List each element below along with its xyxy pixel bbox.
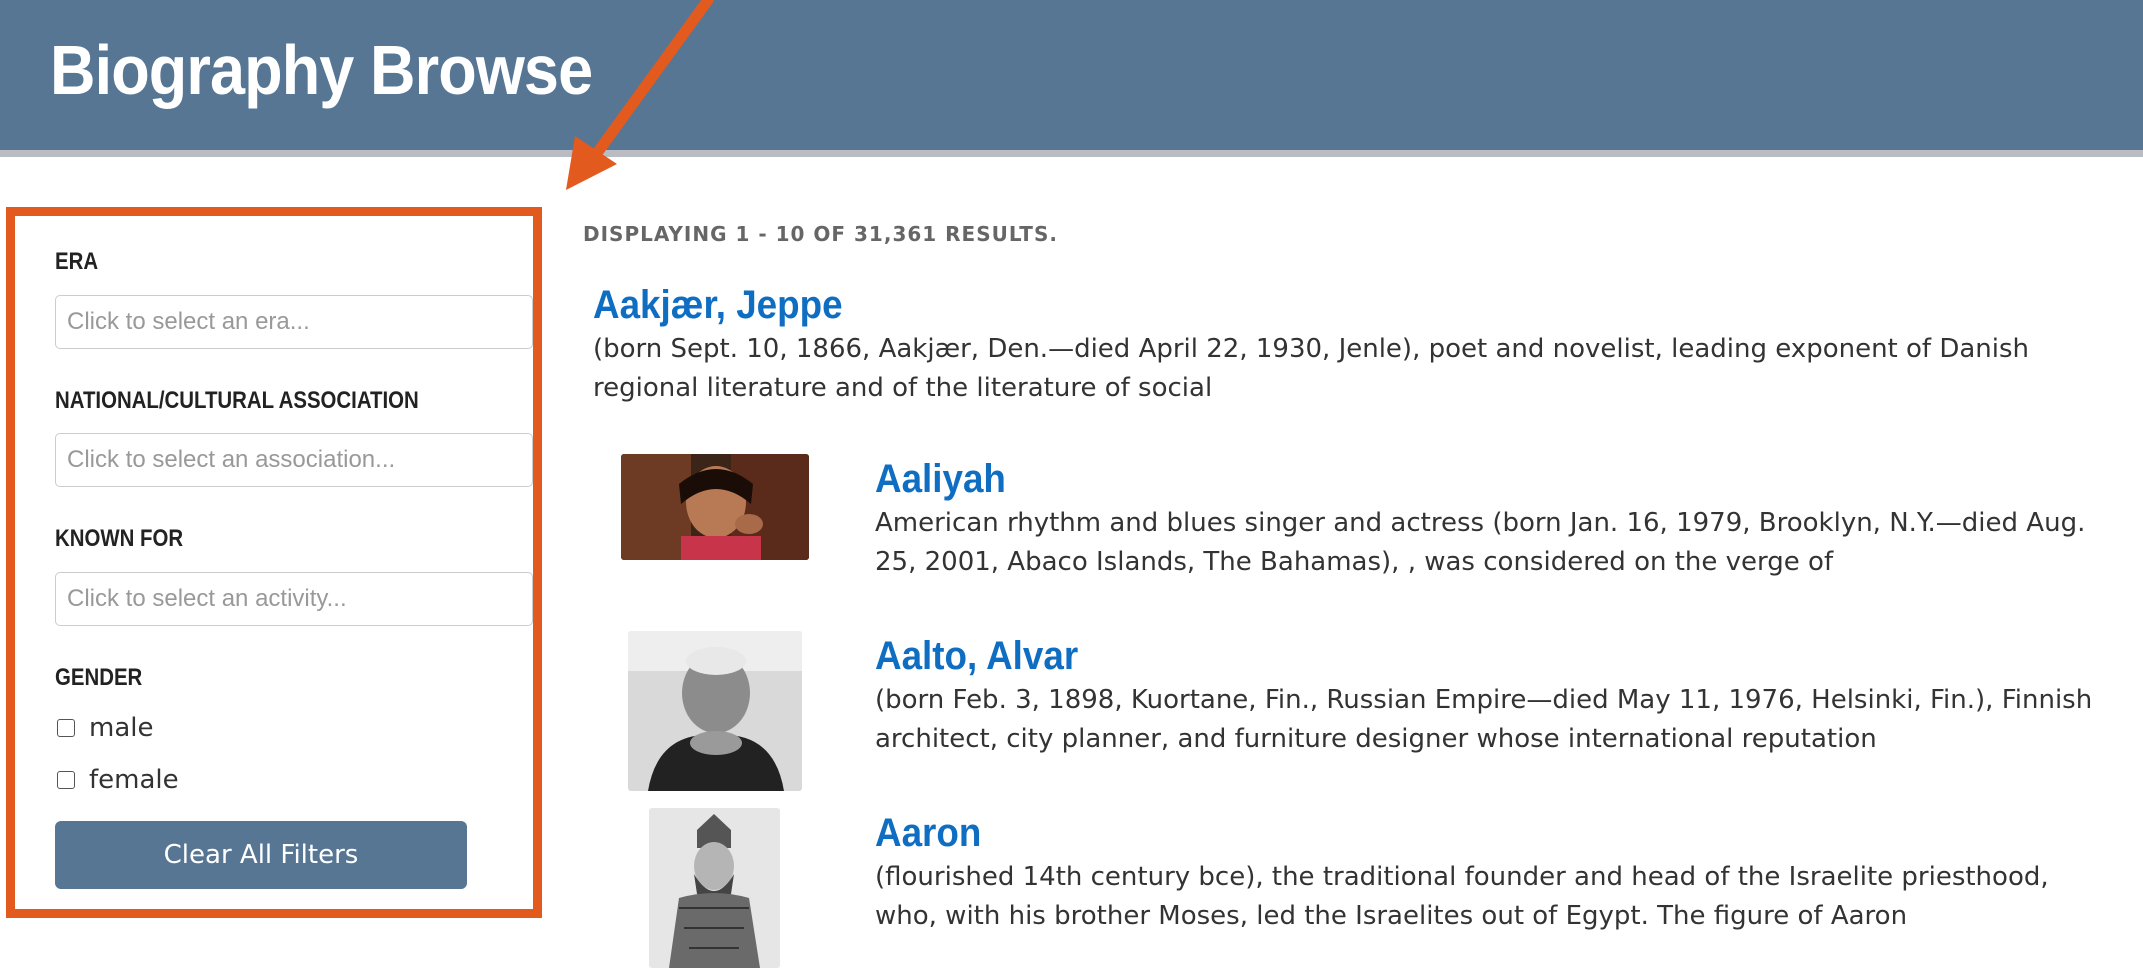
gender-option-male[interactable]: male: [57, 713, 153, 743]
result-item: Aaliyah American rhythm and blues singer…: [875, 457, 2115, 582]
association-label: NATIONAL/CULTURAL ASSOCIATION: [55, 387, 419, 414]
male-label: male: [89, 713, 154, 743]
result-name-link[interactable]: Aaron: [875, 811, 2016, 856]
known-for-label: KNOWN FOR: [55, 525, 184, 552]
era-select[interactable]: Click to select an era...: [55, 295, 533, 349]
gender-label: GENDER: [55, 664, 143, 691]
gender-option-female[interactable]: female: [57, 765, 179, 795]
result-name-link[interactable]: Aalto, Alvar: [875, 634, 2016, 679]
known-for-select[interactable]: Click to select an activity...: [55, 572, 533, 626]
clear-all-filters-button[interactable]: Clear All Filters: [55, 821, 467, 889]
filter-sidebar: ERA Click to select an era... NATIONAL/C…: [6, 207, 542, 918]
female-checkbox[interactable]: [57, 771, 75, 789]
association-select[interactable]: Click to select an association...: [55, 433, 533, 487]
female-label: female: [89, 765, 179, 795]
portrait-image-icon: [628, 631, 802, 791]
page-header: Biography Browse: [0, 0, 2143, 157]
result-description: American rhythm and blues singer and act…: [875, 508, 2086, 577]
result-name-link[interactable]: Aaliyah: [875, 457, 2016, 502]
result-thumbnail[interactable]: [649, 808, 780, 968]
results-count: DISPLAYING 1 - 10 OF 31,361 RESULTS.: [583, 222, 1058, 246]
result-thumbnail[interactable]: [621, 454, 809, 560]
result-item: Aakjær, Jeppe (born Sept. 10, 1866, Aakj…: [593, 283, 2113, 408]
result-thumbnail[interactable]: [628, 631, 802, 791]
portrait-image-icon: [621, 454, 809, 560]
result-item: Aalto, Alvar (born Feb. 3, 1898, Kuortan…: [875, 634, 2115, 759]
result-item: Aaron (flourished 14th century bce), the…: [875, 811, 2115, 936]
result-description: (born Feb. 3, 1898, Kuortane, Fin., Russ…: [875, 685, 2093, 754]
portrait-image-icon: [649, 808, 780, 968]
male-checkbox[interactable]: [57, 719, 75, 737]
result-description: (born Sept. 10, 1866, Aakjær, Den.—died …: [593, 334, 2030, 403]
era-label: ERA: [55, 248, 99, 275]
result-name-link[interactable]: Aakjær, Jeppe: [593, 283, 1991, 328]
page-title: Biography Browse: [50, 31, 593, 109]
result-description: (flourished 14th century bce), the tradi…: [875, 862, 2049, 931]
